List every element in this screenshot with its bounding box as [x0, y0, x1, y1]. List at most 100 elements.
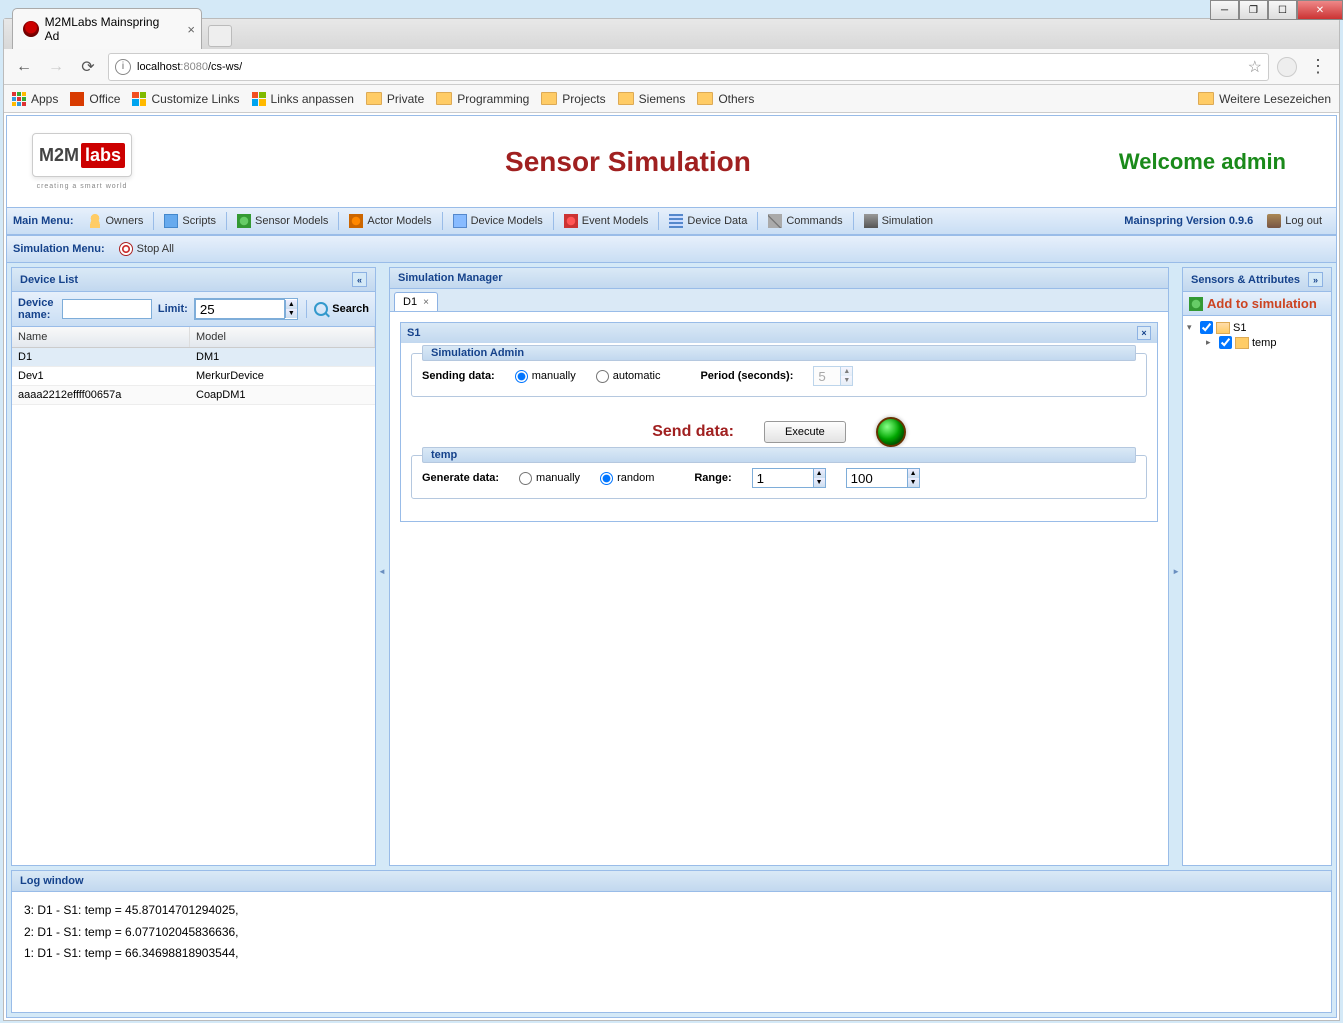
column-name[interactable]: Name — [12, 327, 190, 347]
folder-icon — [366, 92, 382, 105]
menu-scripts[interactable]: Scripts — [156, 211, 224, 231]
splitter-left[interactable] — [380, 267, 385, 866]
logout-button[interactable]: Log out — [1259, 211, 1330, 231]
menu-commands[interactable]: Commands — [760, 211, 850, 231]
spinner-down-icon[interactable]: ▼ — [814, 478, 825, 487]
table-row[interactable]: Dev1MerkurDevice — [12, 367, 375, 386]
range-min-input[interactable] — [753, 469, 813, 487]
period-spinner[interactable]: ▲▼ — [813, 366, 853, 386]
back-button[interactable]: ← — [12, 55, 36, 79]
radio-automatic[interactable]: automatic — [596, 370, 661, 383]
radio-gen-manually[interactable]: manually — [519, 472, 580, 485]
radio-gen-random[interactable]: random — [600, 472, 654, 485]
sensors-panel: Sensors & Attributes » Add to simulation… — [1182, 267, 1332, 866]
limit-input[interactable] — [195, 299, 285, 319]
folder-icon — [1235, 337, 1249, 349]
execute-button[interactable]: Execute — [764, 421, 846, 443]
bookmark-customize[interactable]: Customize Links — [132, 92, 239, 106]
browser-menu-button[interactable]: ⋮ — [1305, 56, 1331, 77]
spinner-down-icon[interactable]: ▼ — [286, 309, 297, 318]
forward-button[interactable]: → — [44, 55, 68, 79]
menu-actor-models[interactable]: Actor Models — [341, 211, 439, 231]
url-host: localhost — [137, 61, 180, 73]
add-to-simulation-link[interactable]: Add to simulation — [1207, 296, 1317, 311]
splitter-right[interactable] — [1173, 267, 1178, 866]
spinner-up-icon[interactable]: ▲ — [286, 300, 297, 309]
tree-toggle-icon[interactable]: ▸ — [1206, 337, 1216, 348]
stop-icon — [119, 242, 133, 256]
close-s1-icon[interactable]: × — [1137, 326, 1151, 340]
bookmark-overflow[interactable]: Weitere Lesezeichen — [1198, 92, 1331, 106]
table-row[interactable]: D1DM1 — [12, 348, 375, 367]
menu-simulation[interactable]: Simulation — [856, 211, 941, 231]
spinner-up-icon[interactable]: ▲ — [908, 469, 919, 478]
url-bar[interactable]: i localhost:8080/cs-ws/ ☆ — [108, 53, 1269, 81]
status-led-icon — [876, 417, 906, 447]
bookmark-office[interactable]: Office — [70, 92, 120, 106]
search-icon — [314, 302, 328, 316]
bookmark-siemens[interactable]: Siemens — [618, 92, 686, 106]
menu-sensor-models[interactable]: Sensor Models — [229, 211, 336, 231]
tab-close-icon[interactable]: × — [187, 22, 195, 37]
tree-checkbox-s1[interactable] — [1200, 321, 1213, 334]
log-body: 3: D1 - S1: temp = 45.87014701294025,2: … — [12, 892, 1331, 1012]
range-min-spinner[interactable]: ▲▼ — [752, 468, 826, 488]
spinner-down-icon: ▼ — [841, 376, 852, 385]
window-restore-button[interactable]: ❐ — [1239, 0, 1268, 20]
bookmark-projects[interactable]: Projects — [541, 92, 605, 106]
menu-event-models[interactable]: Event Models — [556, 211, 657, 231]
url-input[interactable] — [242, 59, 1247, 75]
radio-manually[interactable]: manually — [515, 370, 576, 383]
windows-icon — [132, 92, 146, 106]
bookmark-star-icon[interactable]: ☆ — [1248, 57, 1262, 77]
bookmark-private[interactable]: Private — [366, 92, 424, 106]
window-maximize-button[interactable]: ☐ — [1268, 0, 1297, 20]
table-row[interactable]: aaaa2212effff00657aCoapDM1 — [12, 386, 375, 405]
stop-all-button[interactable]: Stop All — [111, 239, 182, 259]
favicon-icon — [23, 21, 39, 37]
range-max-spinner[interactable]: ▲▼ — [846, 468, 920, 488]
menu-device-data[interactable]: Device Data — [661, 211, 755, 231]
spinner-down-icon[interactable]: ▼ — [908, 478, 919, 487]
tab-close-icon[interactable]: × — [423, 297, 429, 308]
device-name-label: Device name: — [18, 297, 56, 321]
log-line: 2: D1 - S1: temp = 6.077102045836636, — [24, 922, 1319, 944]
tree-node-s1[interactable]: ▾ S1 — [1187, 320, 1327, 335]
bookmark-others[interactable]: Others — [697, 92, 754, 106]
new-tab-button[interactable] — [208, 25, 232, 47]
bookmark-links[interactable]: Links anpassen — [252, 92, 354, 106]
window-close-button[interactable]: ✕ — [1297, 0, 1343, 20]
range-max-input[interactable] — [847, 469, 907, 487]
device-name-input[interactable] — [62, 299, 152, 319]
bookmark-programming[interactable]: Programming — [436, 92, 529, 106]
collapse-right-icon[interactable]: » — [1308, 272, 1323, 287]
extension-icon[interactable] — [1277, 57, 1297, 77]
limit-spinner[interactable]: ▲▼ — [194, 298, 298, 320]
browser-tab-active[interactable]: M2MLabs Mainspring Ad × — [12, 8, 202, 49]
spinner-up-icon[interactable]: ▲ — [814, 469, 825, 478]
tree-toggle-icon[interactable]: ▾ — [1187, 322, 1197, 333]
sim-menu-label: Simulation Menu: — [13, 243, 105, 255]
simulation-menu-bar: Simulation Menu: Stop All — [7, 235, 1336, 263]
reload-button[interactable]: ⟳ — [76, 55, 100, 79]
main-menu-label: Main Menu: — [13, 215, 74, 227]
device-icon — [453, 214, 467, 228]
menu-owners[interactable]: Owners — [80, 211, 152, 231]
bookmark-apps[interactable]: Apps — [12, 92, 58, 106]
tree-checkbox-temp[interactable] — [1219, 336, 1232, 349]
app-header: M2Mlabs creating a smart world Sensor Si… — [7, 116, 1336, 207]
search-button[interactable]: Search — [314, 302, 369, 316]
range-label: Range: — [694, 472, 731, 484]
tree-node-temp[interactable]: ▸ temp — [1187, 335, 1327, 350]
page-title: Sensor Simulation — [137, 146, 1119, 178]
command-icon — [768, 214, 782, 228]
url-path: /cs-ws/ — [208, 61, 242, 73]
tab-d1[interactable]: D1 × — [394, 292, 438, 311]
collapse-left-icon[interactable]: « — [352, 272, 367, 287]
column-model[interactable]: Model — [190, 327, 375, 347]
folder-icon — [541, 92, 557, 105]
site-info-icon[interactable]: i — [115, 59, 131, 75]
menu-device-models[interactable]: Device Models — [445, 211, 551, 231]
window-minimize-button[interactable]: ─ — [1210, 0, 1239, 20]
sim-manager-title: Simulation Manager — [398, 272, 503, 284]
